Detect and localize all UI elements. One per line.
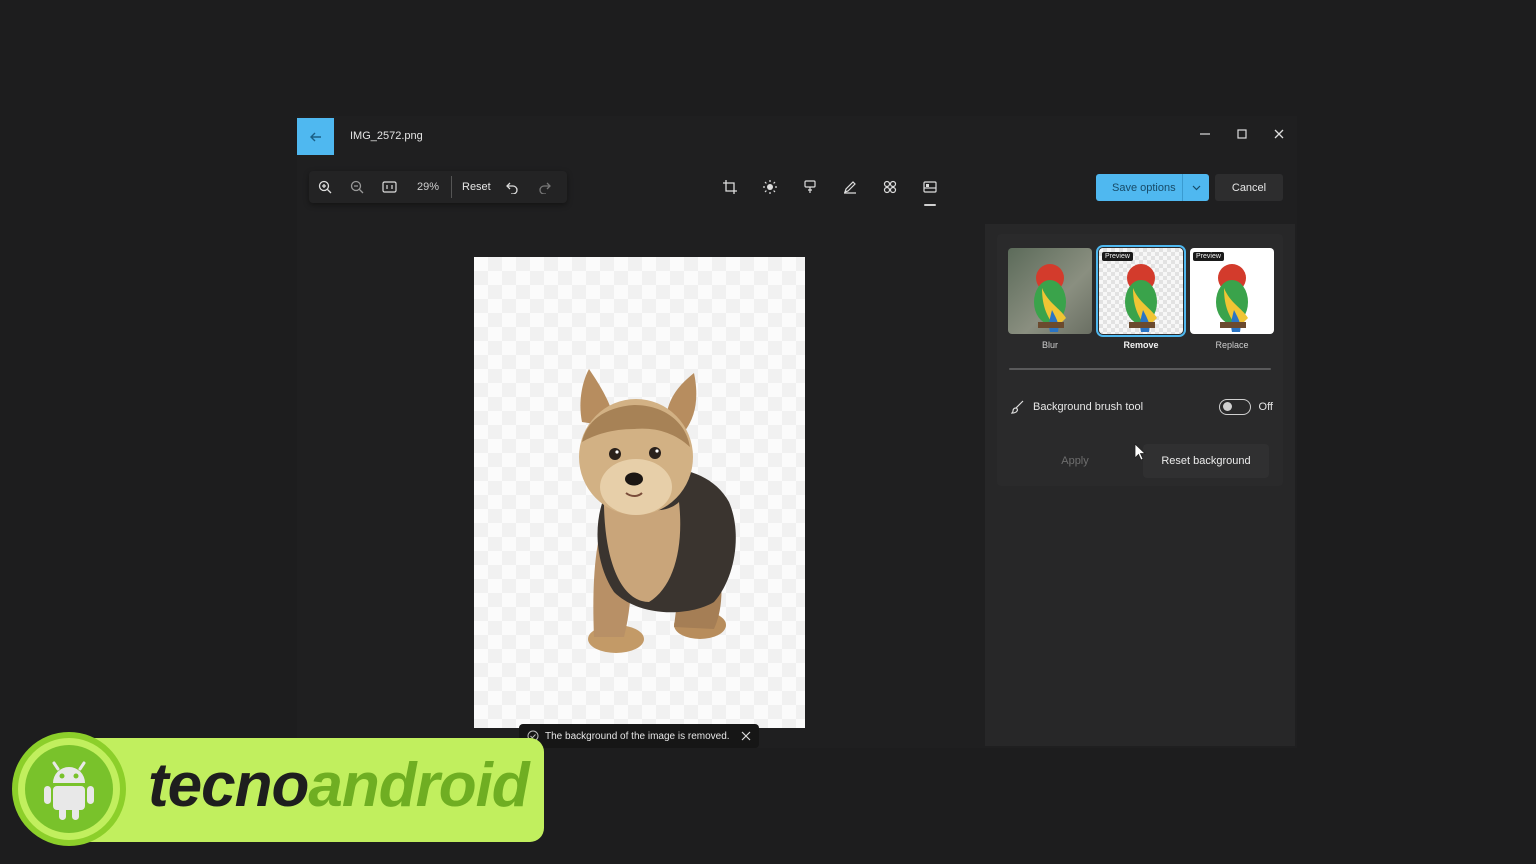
preview-badge: Preview [1102, 252, 1133, 261]
view-toolbar: 29% Reset [309, 171, 567, 203]
undo-icon [506, 182, 518, 194]
background-option-replace[interactable]: Preview [1190, 248, 1274, 334]
blur-option-label: Blur [1041, 340, 1058, 350]
background-brush-tool-row: Background brush tool Off [1011, 396, 1273, 418]
arrow-left-icon [309, 132, 321, 141]
toast-message: The background of the image is removed. [545, 730, 730, 742]
toolbar-separator [451, 176, 452, 198]
zoom-in-icon [318, 180, 332, 194]
logo-wordmark: tecnoandroid [148, 750, 530, 821]
retouch-tool-button[interactable] [875, 172, 905, 202]
reset-background-button[interactable]: Reset background [1143, 444, 1269, 478]
adjustment-tool-button[interactable] [755, 172, 785, 202]
zoom-level[interactable]: 29% [409, 181, 447, 193]
zoom-out-button[interactable] [341, 173, 373, 201]
redo-button[interactable] [529, 173, 561, 201]
android-icon [25, 745, 113, 833]
undo-button[interactable] [497, 173, 529, 201]
pen-icon [844, 181, 856, 194]
notification-toast: The background of the image is removed. [519, 724, 759, 748]
logo-badge [12, 732, 126, 846]
maximize-button[interactable] [1227, 122, 1257, 146]
filter-icon [804, 180, 816, 193]
close-icon [1274, 129, 1284, 139]
crop-tool-button[interactable] [715, 172, 745, 202]
save-options-button[interactable]: Save options [1096, 174, 1209, 201]
minimize-button[interactable] [1190, 122, 1220, 146]
redo-icon [539, 182, 552, 194]
replace-option-label: Replace [1215, 340, 1249, 350]
brush-icon [1011, 400, 1024, 414]
background-icon [923, 181, 937, 193]
close-icon[interactable] [741, 731, 751, 741]
maximize-icon [1237, 129, 1247, 139]
parrot-thumbnail [1034, 264, 1066, 332]
dog-image [579, 369, 736, 653]
background-option-blur[interactable] [1008, 248, 1092, 334]
panel-divider [1009, 368, 1271, 370]
grid-icon [883, 180, 897, 194]
fit-to-window-button[interactable] [373, 173, 405, 201]
logo-text-tecno: tecno [148, 751, 309, 820]
back-button[interactable] [297, 118, 334, 155]
markup-tool-button[interactable] [835, 172, 865, 202]
mouse-cursor [1134, 443, 1146, 461]
remove-option-label: Remove [1123, 340, 1159, 350]
background-option-remove[interactable]: Preview [1096, 245, 1186, 337]
brightness-icon [763, 180, 777, 194]
toggle-knob [1222, 402, 1232, 411]
filter-tool-button[interactable] [795, 172, 825, 202]
cancel-button[interactable]: Cancel [1215, 174, 1283, 201]
zoom-in-button[interactable] [309, 173, 341, 201]
brush-tool-state: Off [1258, 401, 1273, 413]
preview-badge: Preview [1193, 252, 1224, 261]
watermark-logo: tecnoandroid [12, 732, 544, 846]
save-options-label: Save options [1112, 181, 1176, 194]
brush-tool-label: Background brush tool [1033, 401, 1144, 413]
edit-tools-toolbar [715, 171, 945, 206]
screen: IMG_2572.png 29% Reset Save options Canc… [0, 0, 1536, 864]
minimize-icon [1200, 133, 1210, 135]
edited-image-canvas[interactable] [474, 257, 805, 728]
brush-tool-toggle[interactable] [1218, 399, 1251, 415]
fit-window-icon [381, 181, 397, 193]
crop-icon [723, 180, 737, 194]
zoom-out-icon [350, 180, 364, 194]
background-panel: Blur Preview Remove Preview Replace Back… [985, 224, 1295, 746]
reset-button[interactable]: Reset [456, 181, 497, 193]
chevron-down-icon [1192, 185, 1200, 190]
close-window-button[interactable] [1264, 122, 1294, 146]
background-tool-button[interactable] [915, 172, 945, 206]
title-bar: IMG_2572.png [297, 116, 1297, 156]
photos-editor-window: IMG_2572.png 29% Reset Save options Canc… [297, 116, 1297, 748]
logo-text-android: android [308, 751, 529, 820]
file-name: IMG_2572.png [350, 130, 423, 142]
apply-button[interactable]: Apply [1011, 444, 1139, 478]
save-options-dropdown[interactable] [1183, 185, 1209, 191]
